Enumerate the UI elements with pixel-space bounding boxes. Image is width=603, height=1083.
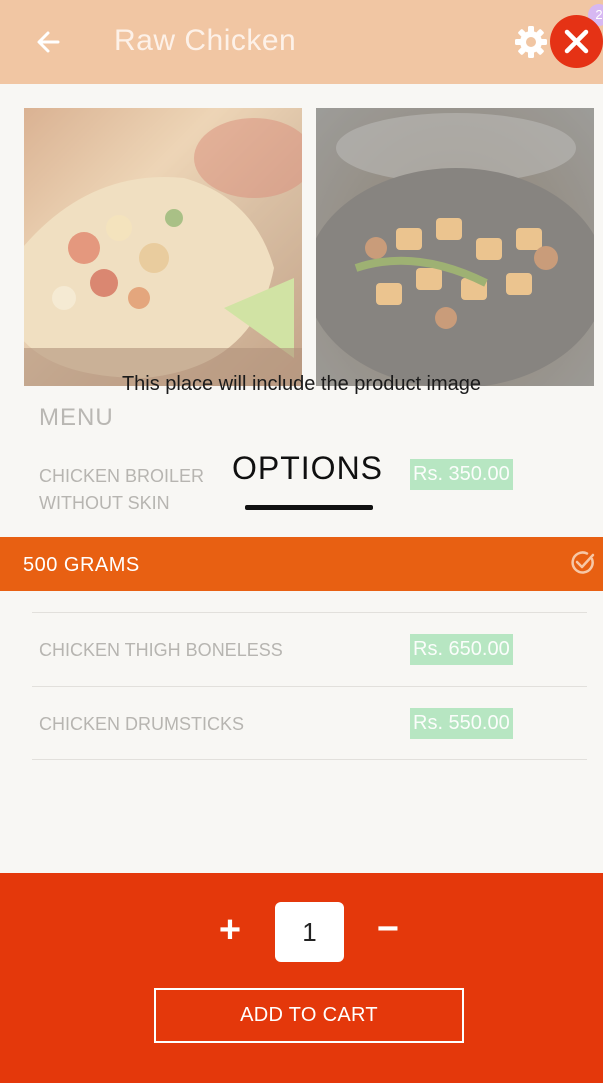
image-placeholder-caption: This place will include the product imag…: [121, 373, 482, 395]
increase-quantity-button[interactable]: +: [212, 910, 248, 950]
quantity-field[interactable]: 1: [275, 902, 344, 962]
menu-item-name[interactable]: CHICKEN THIGH BONELESS: [39, 637, 283, 664]
add-to-cart-button[interactable]: ADD TO CART: [154, 988, 464, 1043]
menu-heading: MENU: [39, 404, 114, 431]
close-button[interactable]: [550, 15, 603, 68]
product-image-wrap: [24, 108, 302, 386]
image-overlay: [316, 108, 594, 386]
menu-item-name[interactable]: CHICKEN BROILER WITHOUT SKIN: [39, 463, 204, 517]
options-heading: OPTIONS: [232, 450, 384, 486]
image-overlay: [24, 108, 302, 386]
menu-item-name[interactable]: CHICKEN DRUMSTICKS: [39, 711, 244, 738]
divider: [32, 686, 587, 687]
close-icon: [564, 29, 589, 54]
option-500-grams[interactable]: 500 GRAMS: [0, 537, 603, 591]
back-arrow-icon[interactable]: [30, 24, 66, 60]
divider: [32, 759, 587, 760]
page-title: Raw Chicken: [114, 24, 297, 57]
options-underline: [245, 505, 373, 510]
menu-item-price: Rs. 550.00: [410, 708, 513, 739]
product-image-stirfry: [316, 108, 594, 386]
check-circle-icon: [571, 551, 595, 574]
menu-item-price: Rs. 650.00: [410, 634, 513, 665]
gear-icon[interactable]: [514, 25, 548, 59]
menu-item-price: Rs. 350.00: [410, 459, 513, 490]
divider: [32, 612, 587, 613]
menu-item-name-line: CHICKEN BROILER: [39, 466, 205, 486]
decrease-quantity-button[interactable]: −: [370, 910, 406, 950]
menu-item-name-line: WITHOUT SKIN: [39, 493, 170, 513]
app-header: Raw Chicken 2: [0, 0, 603, 84]
option-label: 500 GRAMS: [23, 554, 140, 576]
